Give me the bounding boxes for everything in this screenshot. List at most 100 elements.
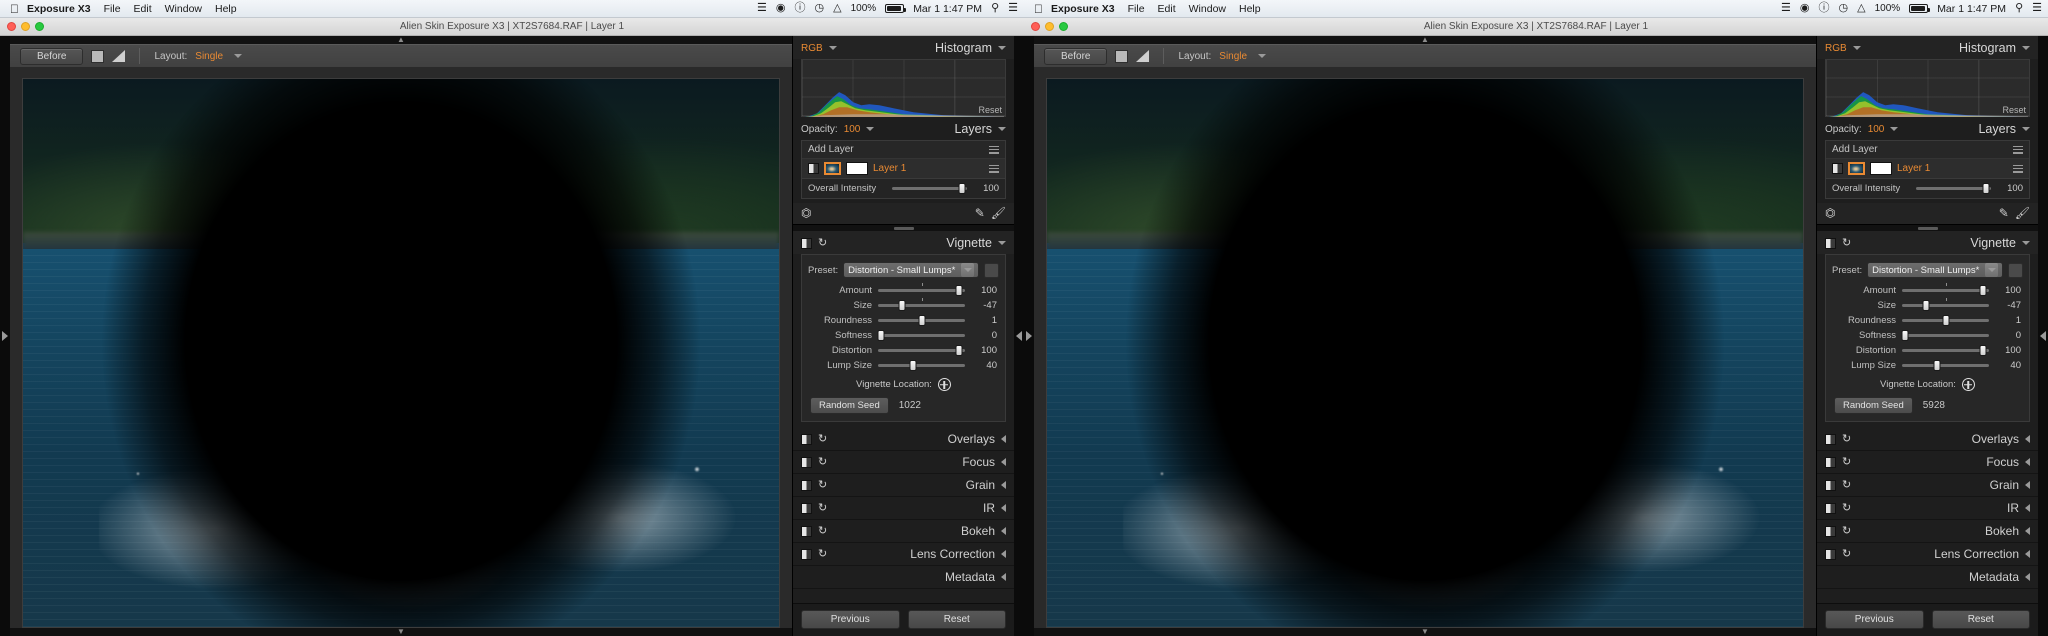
menubar-clock[interactable]: Mar 1 1:47 PM xyxy=(1937,3,2006,15)
layer-mask-thumbnail[interactable] xyxy=(1870,162,1892,175)
add-layer-row[interactable]: Add Layer xyxy=(1826,141,2029,159)
slider-knob[interactable] xyxy=(1982,183,1990,194)
panel-row-overlays[interactable]: ↻ Overlays xyxy=(793,428,1014,451)
layer-visibility-icon[interactable] xyxy=(1832,163,1843,174)
right-panel-toggle[interactable] xyxy=(1014,36,1024,636)
chevron-left-icon[interactable] xyxy=(1001,573,1006,581)
layer-name[interactable]: Layer 1 xyxy=(873,163,984,174)
left-panel-toggle[interactable] xyxy=(1024,36,1034,636)
panel-reset-icon[interactable]: ↻ xyxy=(818,548,827,560)
slider-track[interactable] xyxy=(878,345,965,356)
random-seed-button[interactable]: Random Seed xyxy=(1834,397,1913,414)
panel-enable-icon[interactable] xyxy=(1825,502,1836,514)
preset-save-icon[interactable] xyxy=(984,262,999,278)
panel-row-focus[interactable]: ↻ Focus xyxy=(1817,451,2038,474)
panel-reset-icon[interactable]: ↻ xyxy=(1842,433,1851,445)
preset-select[interactable]: Distortion - Small Lumps* xyxy=(1867,262,2003,278)
reset-button[interactable]: Reset xyxy=(907,610,1006,629)
panel-enable-icon[interactable] xyxy=(801,502,812,514)
menu-item-edit[interactable]: Edit xyxy=(1158,3,1176,15)
layer-mask-thumbnail[interactable] xyxy=(846,162,868,175)
menu-item-help[interactable]: Help xyxy=(1239,3,1261,15)
menu-app-name[interactable]: Exposure X3 xyxy=(1051,3,1115,15)
chevron-down-icon[interactable] xyxy=(234,54,243,58)
panel-row-grain[interactable]: ↻ Grain xyxy=(1817,474,2038,497)
histogram-plot[interactable]: Reset xyxy=(801,59,1006,118)
chevron-down-icon[interactable] xyxy=(2022,241,2030,245)
chevron-left-icon[interactable] xyxy=(2025,435,2030,443)
opacity-group[interactable]: Opacity: 100 xyxy=(1825,124,1899,135)
layer-row[interactable]: Layer 1 xyxy=(802,159,1005,178)
slider-knob[interactable] xyxy=(877,330,885,341)
menu-item-help[interactable]: Help xyxy=(215,3,237,15)
layers-title-group[interactable]: Layers xyxy=(954,122,1006,136)
menu-item-window[interactable]: Window xyxy=(1189,3,1226,15)
notification-center-icon[interactable]: ☰ xyxy=(2032,3,2042,14)
crop-icon[interactable]: ⏣ xyxy=(801,207,811,219)
histogram-title-group[interactable]: Histogram xyxy=(1959,41,2030,55)
panel-row-grain[interactable]: ↻ Grain xyxy=(793,474,1014,497)
vignette-title-group[interactable]: Vignette xyxy=(1970,236,2030,250)
opacity-group[interactable]: Opacity: 100 xyxy=(801,124,875,135)
slider-knob[interactable] xyxy=(1922,300,1930,311)
chevron-down-icon[interactable] xyxy=(1890,127,1899,131)
maximize-button[interactable] xyxy=(1059,22,1068,31)
layers-title-group[interactable]: Layers xyxy=(1978,122,2030,136)
slider-knob[interactable] xyxy=(898,300,906,311)
vignette-reset-icon[interactable]: ↻ xyxy=(818,237,827,249)
chevron-left-icon[interactable] xyxy=(2025,458,2030,466)
chevron-left-icon[interactable] xyxy=(1001,550,1006,558)
panel-title-group[interactable]: Lens Correction xyxy=(910,547,1006,561)
slider-track[interactable] xyxy=(878,315,965,326)
dropbox-icon[interactable]: ☰ xyxy=(1781,3,1791,14)
search-icon[interactable]: ⚲ xyxy=(991,3,999,14)
chevron-down-icon[interactable] xyxy=(1258,54,1267,58)
panel-row-metadata[interactable]: Metadata xyxy=(793,566,1014,589)
panel-reset-icon[interactable]: ↻ xyxy=(818,525,827,537)
slider-knob[interactable] xyxy=(1942,315,1949,326)
slider-knob[interactable] xyxy=(958,183,966,194)
panel-enable-icon[interactable] xyxy=(1825,479,1836,491)
panel-title-group[interactable]: IR xyxy=(983,501,1006,515)
panel-title-group[interactable]: Bokeh xyxy=(1985,524,2030,538)
panel-title-group[interactable]: Grain xyxy=(1990,478,2030,492)
histogram-reset-button[interactable]: Reset xyxy=(2002,105,2026,115)
chevron-down-icon[interactable] xyxy=(998,127,1006,131)
gradient-wedge-icon[interactable] xyxy=(1136,50,1150,62)
slider-track[interactable] xyxy=(1902,315,1989,326)
notification-center-icon[interactable]: ☰ xyxy=(1008,3,1018,14)
timemachine-icon[interactable]: ◷ xyxy=(1839,3,1849,14)
filmstrip-collapse-top[interactable]: ▲ xyxy=(10,36,792,44)
menu-item-window[interactable]: Window xyxy=(165,3,202,15)
chevron-down-icon[interactable] xyxy=(828,46,837,50)
panel-enable-icon[interactable] xyxy=(801,433,812,445)
slider-track[interactable] xyxy=(1902,283,1989,296)
histogram-channel-group[interactable]: RGB xyxy=(1825,43,1861,54)
panel-title-group[interactable]: Focus xyxy=(1986,455,2030,469)
chevron-left-icon[interactable] xyxy=(1001,458,1006,466)
histogram-title-group[interactable]: Histogram xyxy=(935,41,1006,55)
panel-title-group[interactable]: Bokeh xyxy=(961,524,1006,538)
chevron-left-icon[interactable] xyxy=(1001,481,1006,489)
slider-knob[interactable] xyxy=(1979,345,1987,356)
brush-icon[interactable]: 🖌 xyxy=(991,207,1006,219)
target-crosshair-icon[interactable] xyxy=(1961,378,1975,391)
panel-title-group[interactable]: Overlays xyxy=(948,432,1006,446)
chevron-left-icon[interactable] xyxy=(2025,550,2030,558)
dropbox-icon[interactable]: ☰ xyxy=(757,3,767,14)
slider-track[interactable] xyxy=(878,298,965,311)
menubar-clock[interactable]: Mar 1 1:47 PM xyxy=(913,3,982,15)
layer-thumbnail[interactable] xyxy=(1848,162,1865,175)
layer-row[interactable]: Layer 1 xyxy=(1826,159,2029,178)
overall-intensity-slider[interactable] xyxy=(892,183,967,194)
slider-knob[interactable] xyxy=(1979,285,1987,296)
chevron-down-icon[interactable] xyxy=(998,46,1006,50)
layer-visibility-icon[interactable] xyxy=(808,163,819,174)
eye-icon[interactable]: ◉ xyxy=(776,3,786,14)
slider-knob[interactable] xyxy=(1933,360,1941,371)
layer-name[interactable]: Layer 1 xyxy=(1897,163,2008,174)
filmstrip-collapse-top[interactable]: ▲ xyxy=(1034,36,1816,44)
layer-menu-icon[interactable] xyxy=(989,145,999,154)
panel-reset-icon[interactable]: ↻ xyxy=(818,433,827,445)
panel-row-bokeh[interactable]: ↻ Bokeh xyxy=(793,520,1014,543)
